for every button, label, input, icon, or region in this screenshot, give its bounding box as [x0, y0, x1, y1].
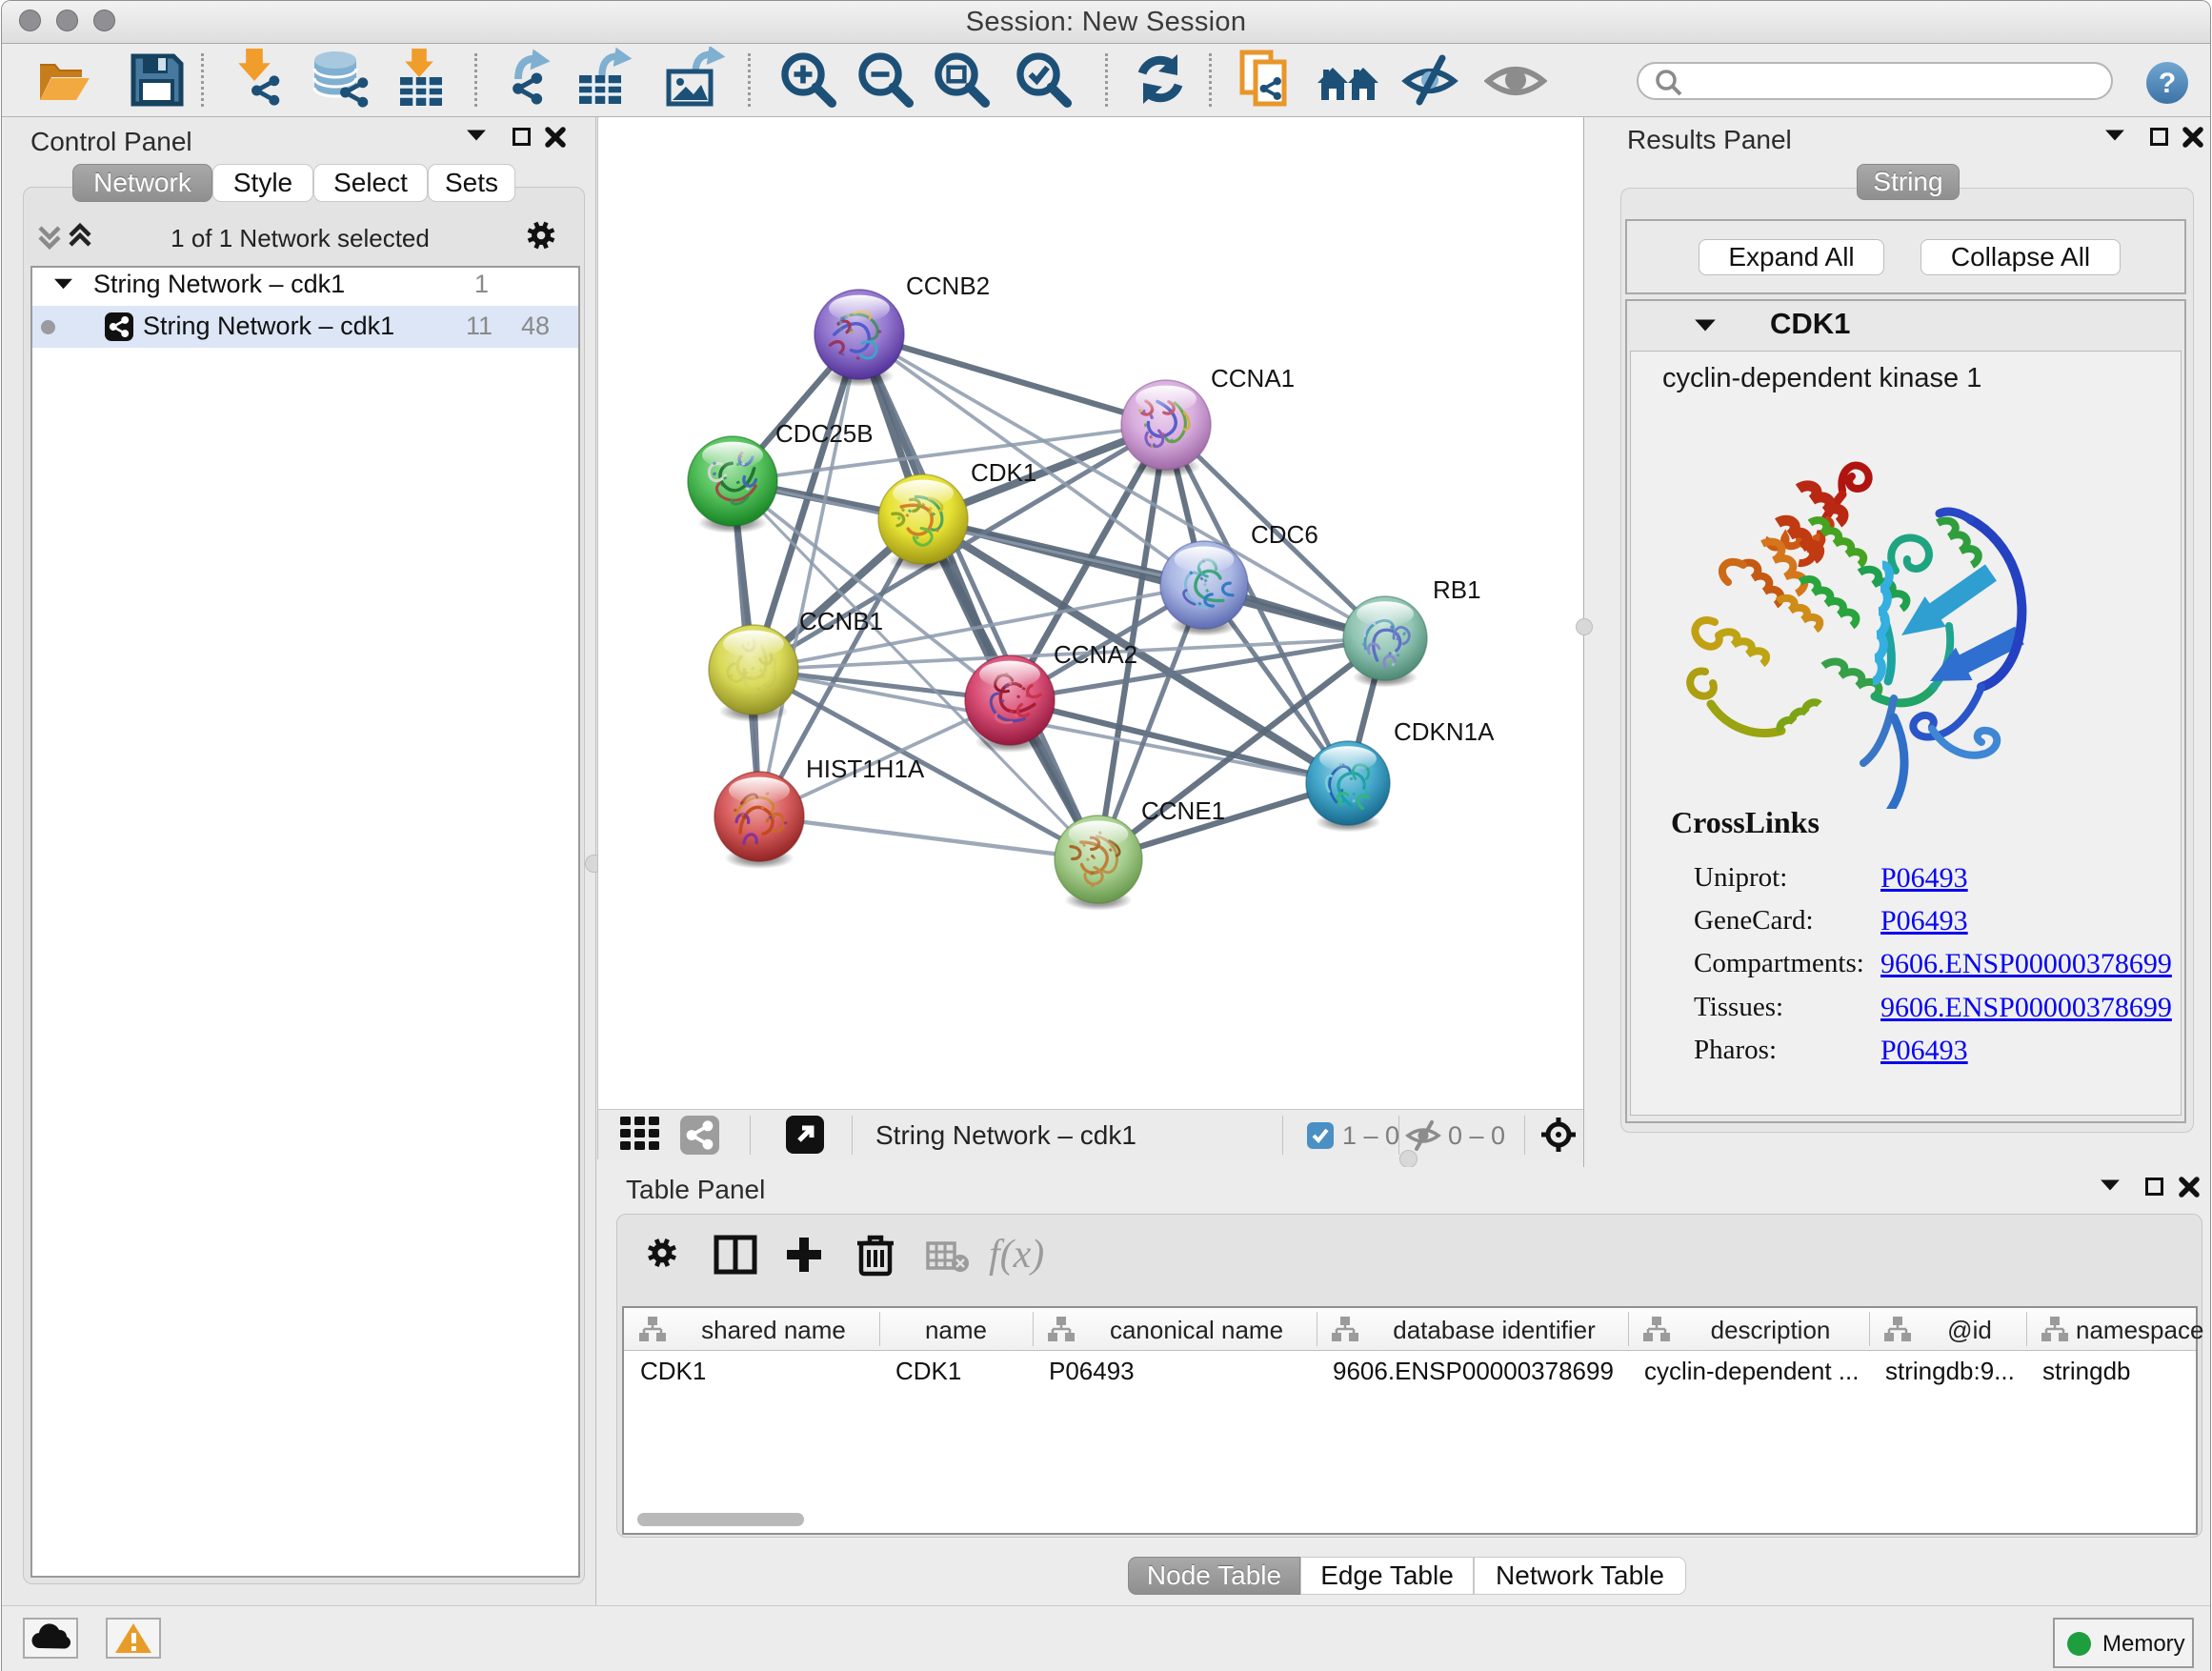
svg-text:CCNB2: CCNB2 [906, 272, 990, 300]
svg-text:CDC25B: CDC25B [775, 419, 874, 448]
svg-text:RB1: RB1 [1433, 575, 1481, 604]
svg-text:?: ? [2159, 68, 2176, 99]
svg-text:CDC6: CDC6 [1251, 520, 1318, 549]
svg-text:CDKN1A: CDKN1A [1394, 717, 1495, 746]
svg-text:HIST1H1A: HIST1H1A [806, 755, 925, 783]
svg-text:CDK1: CDK1 [971, 458, 1036, 487]
svg-text:CCNA1: CCNA1 [1211, 364, 1295, 393]
svg-text:CCNB1: CCNB1 [799, 607, 883, 635]
svg-text:CCNA2: CCNA2 [1054, 640, 1137, 669]
svg-text:CCNE1: CCNE1 [1141, 796, 1225, 825]
